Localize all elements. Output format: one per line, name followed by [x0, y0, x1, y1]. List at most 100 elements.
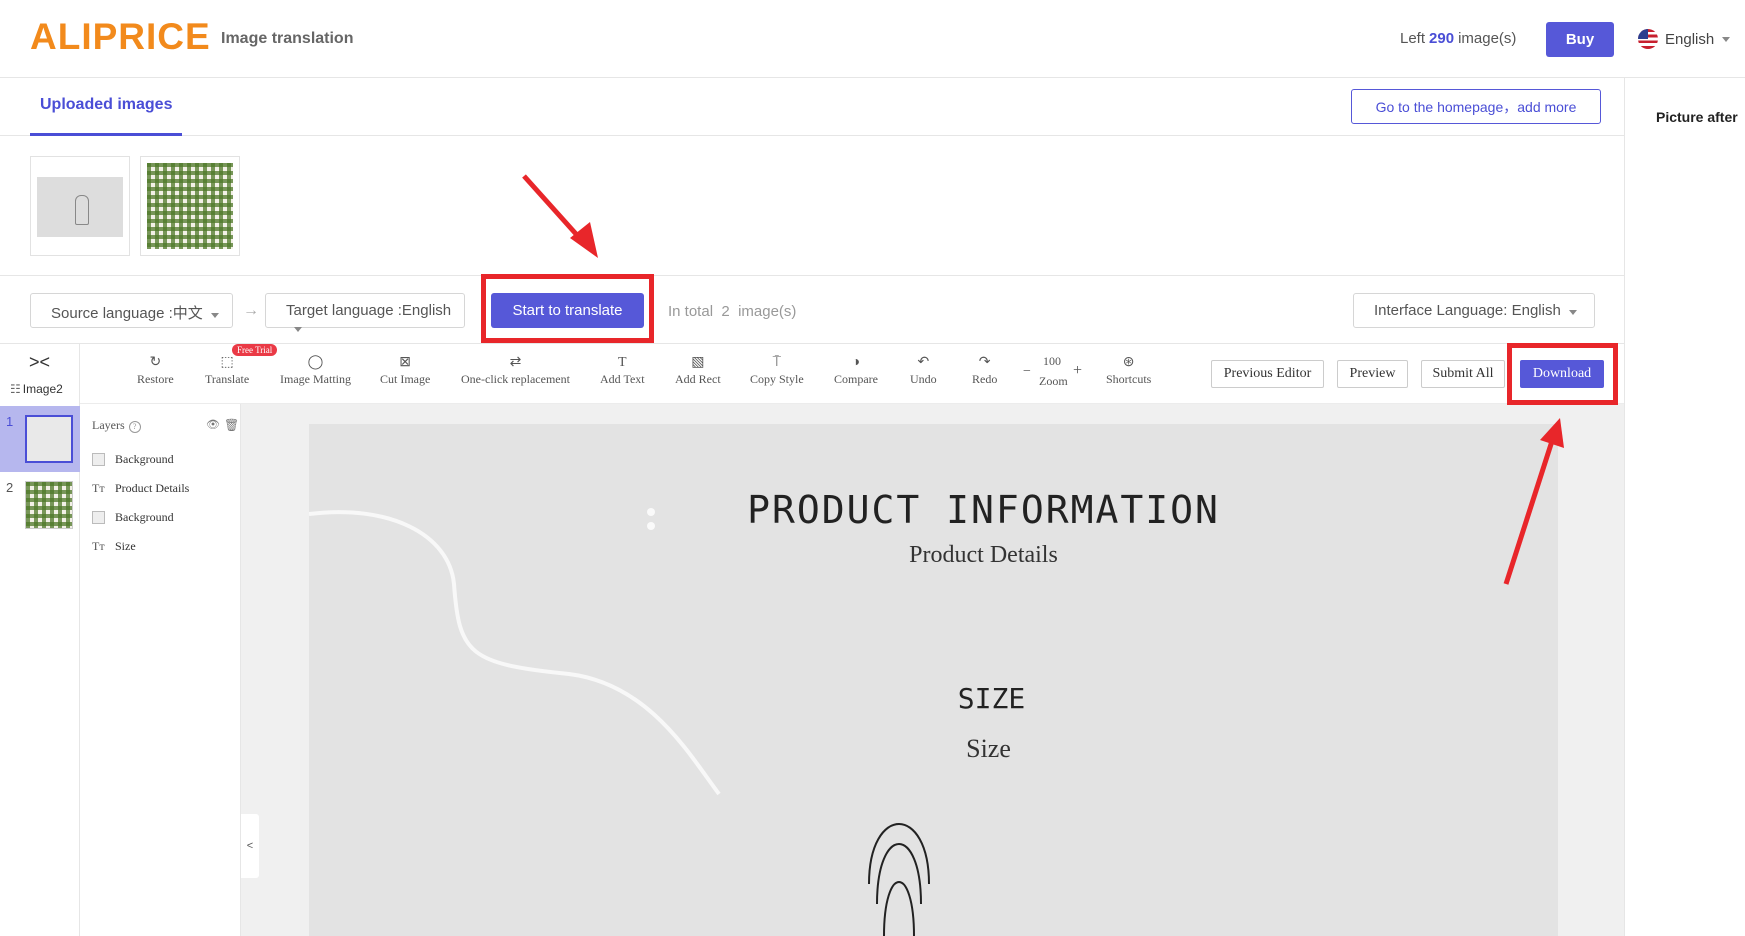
matting-icon: ◯ — [307, 355, 324, 370]
translate-icon: ⬚ — [220, 355, 234, 370]
interface-language-label: Interface Language: English — [1374, 302, 1561, 319]
compare-icon: ◑ — [851, 355, 861, 370]
uploaded-thumbnails — [0, 136, 1624, 276]
quota-prefix: Left — [1400, 30, 1426, 47]
chevron-down-icon — [294, 327, 302, 332]
language-switcher[interactable]: English — [1638, 29, 1731, 49]
zoom-out-icon[interactable]: − — [1023, 364, 1031, 380]
tool-image-matting[interactable]: ◯ Image Matting — [280, 354, 351, 387]
list-icon: ☷ — [10, 382, 21, 396]
language-row: Source language :中文 → Target language :E… — [0, 276, 1624, 344]
image-count: ☷ Image2 — [10, 382, 63, 396]
layers-title: Layers — [92, 418, 125, 432]
app-title: Image translation — [221, 30, 354, 47]
arrow-right-icon: → — [243, 302, 259, 319]
redo-icon: ↷ — [978, 355, 991, 370]
uploaded-thumbnail[interactable] — [140, 156, 240, 256]
product-info-image[interactable]: PRODUCT INFORMATION Product Details SIZE… — [309, 424, 1558, 936]
tab-uploaded-images[interactable]: Uploaded images — [30, 78, 182, 136]
result-panel: Picture after — [1624, 78, 1745, 936]
shortcuts-icon: ⊛ — [1122, 355, 1135, 370]
quota-count: 290 — [1429, 30, 1455, 47]
page-strip: >< ☷ Image2 1 2 — [0, 344, 80, 936]
tool-cut-image[interactable]: ⊠ Cut Image — [380, 354, 430, 387]
trash-icon[interactable]: 🗑 — [224, 418, 239, 433]
layers-panel: Layers? 👁 🗑 Background Tт Product Details… — [80, 404, 241, 936]
help-icon[interactable]: ? — [128, 421, 141, 433]
image-count-label: Image2 — [22, 382, 63, 396]
canvas-title-text[interactable]: PRODUCT INFORMATION — [309, 488, 1558, 532]
undo-icon: ↶ — [917, 355, 930, 370]
top-header: ALIPRICE Image translation Left 290 image(… — [0, 0, 1745, 78]
download-button[interactable]: Download — [1520, 360, 1604, 388]
page-item[interactable]: 2 — [0, 472, 80, 538]
image-editor: >< ☷ Image2 1 2 ↻ Restore ⬚ Translate Free… — [0, 344, 1624, 936]
tool-shortcuts[interactable]: ⊛ Shortcuts — [1106, 354, 1151, 387]
us-flag-icon — [1638, 29, 1658, 49]
total-suffix: image(s) — [738, 303, 797, 320]
tool-compare[interactable]: ◑ Compare — [834, 354, 878, 387]
editor-canvas[interactable]: < PRODUCT INFORMATION Product Details SI… — [241, 404, 1624, 936]
layer-item[interactable]: Tт Size — [92, 539, 136, 554]
page-thumbnail — [25, 481, 73, 529]
previous-editor-button[interactable]: Previous Editor — [1211, 360, 1324, 388]
preview-button[interactable]: Preview — [1337, 360, 1408, 388]
start-translate-button[interactable]: Start to translate — [491, 293, 644, 328]
total-prefix: In total — [668, 303, 714, 320]
tool-add-text[interactable]: T Add Text — [600, 354, 645, 387]
rect-icon: ▧ — [691, 355, 705, 370]
buy-button[interactable]: Buy — [1546, 22, 1614, 57]
target-language-select[interactable]: Target language :English — [265, 293, 465, 332]
page-item[interactable]: 1 — [0, 406, 80, 472]
interface-language-select[interactable]: Interface Language: English — [1353, 293, 1595, 328]
text-layer-icon: Tт — [92, 539, 105, 553]
gingham-bag-thumbnail-image — [147, 163, 233, 249]
aliprice-logo[interactable]: ALIPRICE — [30, 16, 211, 58]
canvas-size-heading[interactable]: SIZE — [309, 682, 1558, 715]
tool-restore[interactable]: ↻ Restore — [137, 354, 174, 387]
canvas-subtitle-text[interactable]: Product Details — [309, 542, 1558, 569]
rect-layer-icon — [92, 511, 105, 524]
total-images: In total 2 image(s) — [668, 303, 796, 320]
tool-undo[interactable]: ↶ Undo — [910, 354, 937, 387]
rect-layer-icon — [92, 453, 105, 466]
source-language-select[interactable]: Source language :中文 — [30, 293, 233, 328]
swap-icon: ⇄ — [509, 355, 522, 370]
tool-translate[interactable]: ⬚ Translate — [205, 354, 249, 387]
tool-add-rect[interactable]: ▧ Add Rect — [675, 354, 721, 387]
tool-redo[interactable]: ↷ Redo — [972, 354, 997, 387]
collapse-icon[interactable]: >< — [29, 352, 50, 373]
layer-item[interactable]: Tт Product Details — [92, 481, 189, 496]
tool-one-click-replacement[interactable]: ⇄ One-click replacement — [461, 354, 570, 387]
text-layer-icon: Tт — [92, 481, 105, 495]
zoom-label: Zoom — [1039, 374, 1068, 388]
text-icon: T — [618, 355, 627, 370]
layer-item[interactable]: Background — [92, 452, 174, 467]
crop-icon: ⊠ — [399, 355, 412, 370]
page-number: 2 — [6, 480, 14, 495]
product-info-thumbnail-image — [37, 177, 123, 237]
eye-icon[interactable]: 👁 — [206, 418, 220, 431]
total-count: 2 — [721, 303, 730, 320]
layers-header: Layers? 👁 🗑 — [92, 418, 239, 433]
page-number: 1 — [6, 414, 14, 429]
restore-icon: ↻ — [149, 355, 162, 370]
zoom-value: 100 — [1043, 354, 1061, 368]
uploaded-thumbnail[interactable] — [30, 156, 130, 256]
quota-suffix: image(s) — [1458, 30, 1517, 47]
upload-tabbar: Uploaded images Go to the homepage，add m… — [0, 78, 1624, 136]
submit-all-button[interactable]: Submit All — [1421, 360, 1505, 388]
canvas-size-text[interactable]: Size — [309, 734, 1558, 764]
go-homepage-button[interactable]: Go to the homepage，add more — [1351, 89, 1601, 124]
collapse-layers-icon[interactable]: < — [241, 814, 259, 878]
free-trial-badge: Free Trial — [232, 344, 278, 356]
chevron-down-icon — [1722, 36, 1731, 42]
target-language-label: Target language :English — [286, 302, 452, 319]
tool-copy-style[interactable]: ⍑ Copy Style — [750, 354, 804, 387]
zoom-control: − 100 Zoom + — [1023, 354, 1087, 394]
layer-item[interactable]: Background — [92, 510, 174, 525]
zoom-in-icon[interactable]: + — [1073, 362, 1082, 380]
language-label: English — [1665, 30, 1715, 48]
source-language-label: Source language :中文 — [51, 305, 203, 322]
page-list: 1 2 — [0, 406, 80, 538]
